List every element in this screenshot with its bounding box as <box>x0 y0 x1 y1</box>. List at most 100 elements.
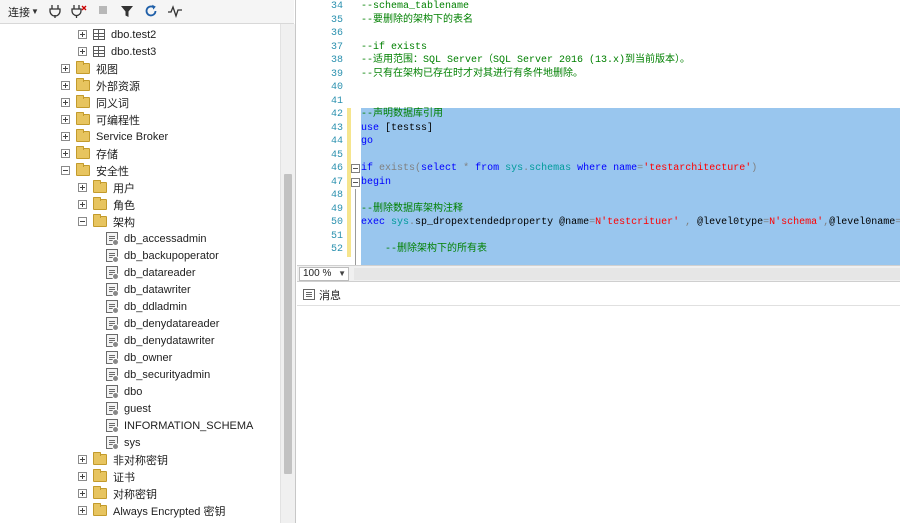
stop-button[interactable] <box>93 3 113 21</box>
code-line: --要删除的架构下的表名 <box>361 14 473 28</box>
line-number: 39 <box>330 68 343 80</box>
code-token: where <box>577 163 614 174</box>
line-number: 42 <box>330 109 343 120</box>
line-number: 47 <box>330 176 343 188</box>
tree-node[interactable]: db_datawriter <box>0 281 280 298</box>
tree-node[interactable]: 安全性 <box>0 162 280 179</box>
schema-icon <box>106 351 119 365</box>
tree-node[interactable]: INFORMATION_SCHEMA <box>0 417 280 434</box>
tree-node[interactable]: db_datareader <box>0 264 280 281</box>
collapse-icon[interactable] <box>351 177 360 187</box>
schema-icon <box>106 402 119 416</box>
code-token: --要删除的架构下的表名 <box>361 14 474 26</box>
line-number: 49 <box>330 203 343 215</box>
tree-node-label: 非对称密钥 <box>113 454 168 467</box>
connect-button[interactable]: 连接 ▼ <box>6 3 41 21</box>
tab-messages[interactable]: 消息 <box>303 286 345 303</box>
tree-node[interactable]: dbo.test2 <box>0 26 280 43</box>
collapse-icon[interactable] <box>78 217 87 226</box>
expand-icon[interactable] <box>78 183 87 192</box>
tree-node-label: 对称密钥 <box>113 488 157 501</box>
expand-icon[interactable] <box>61 149 70 158</box>
refresh-icon <box>143 4 159 20</box>
expand-icon[interactable] <box>61 98 70 107</box>
expand-icon[interactable] <box>78 455 87 464</box>
expand-icon[interactable] <box>61 132 70 141</box>
tree-node-label: 同义词 <box>96 97 129 110</box>
code-token: --if exists <box>361 41 428 53</box>
tree-node[interactable]: 对称密钥 <box>0 485 280 502</box>
tree-node[interactable]: db_denydatareader <box>0 315 280 332</box>
chevron-down-icon: ▼ <box>338 269 346 278</box>
tree-node-label: 角色 <box>113 199 135 212</box>
expand-icon[interactable] <box>78 200 87 209</box>
code-token: select <box>421 163 464 174</box>
tree-node[interactable]: Always Encrypted 密钥 <box>0 502 280 519</box>
collapse-icon[interactable] <box>61 166 70 175</box>
tree-node-label: dbo <box>124 385 143 398</box>
tree-node[interactable]: 非对称密钥 <box>0 451 280 468</box>
tree-node[interactable]: 视图 <box>0 60 280 77</box>
code-token: --只有在架构已存在时才对其进行有条件地删除。 <box>361 68 584 80</box>
schema-icon <box>106 419 119 433</box>
tree-node-label: db_datareader <box>124 266 196 279</box>
code-folding-margin <box>351 0 361 265</box>
tree-node[interactable]: 架构 <box>0 213 280 230</box>
filter-button[interactable] <box>117 3 137 21</box>
tree-node[interactable]: db_denydatawriter <box>0 332 280 349</box>
tree-node[interactable]: 角色 <box>0 196 280 213</box>
expand-icon[interactable] <box>61 64 70 73</box>
tree-node[interactable]: sys <box>0 434 280 451</box>
tree-node[interactable]: 证书 <box>0 468 280 485</box>
refresh-button[interactable] <box>141 3 161 21</box>
expand-icon[interactable] <box>61 81 70 90</box>
expand-icon[interactable] <box>78 506 87 515</box>
collapse-icon[interactable] <box>351 164 360 173</box>
code-token: use <box>361 122 386 134</box>
tree-node[interactable]: 用户 <box>0 179 280 196</box>
tree-node[interactable]: guest <box>0 400 280 417</box>
tree-node-label: db_datawriter <box>124 283 191 296</box>
object-explorer-scrollbar[interactable] <box>280 24 295 523</box>
tree-node[interactable]: db_ddladmin <box>0 298 280 315</box>
tree-node[interactable]: 存储 <box>0 145 280 162</box>
tree-node[interactable]: db_owner <box>0 349 280 366</box>
tree-node[interactable]: db_securityadmin <box>0 366 280 383</box>
tree-node[interactable]: 外部资源 <box>0 77 280 94</box>
scrollbar-thumb[interactable] <box>284 174 292 474</box>
tree-node[interactable]: db_accessadmin <box>0 230 280 247</box>
schema-icon <box>106 249 119 263</box>
tree-node-label: sys <box>124 436 141 449</box>
line-number: 40 <box>330 82 343 93</box>
expand-icon[interactable] <box>78 472 87 481</box>
folder-icon <box>76 146 90 159</box>
activity-monitor-button[interactable] <box>165 3 185 21</box>
code-area[interactable]: --schema_tablename --要删除的架构下的表名 --if exist… <box>361 0 900 265</box>
disconnect-button[interactable] <box>69 3 89 21</box>
tree-node[interactable]: dbo.test3 <box>0 43 280 60</box>
connect-plug-button[interactable] <box>45 3 65 21</box>
expand-icon[interactable] <box>78 30 87 39</box>
line-number: 37 <box>330 41 343 53</box>
expand-icon[interactable] <box>78 47 87 56</box>
messages-icon <box>303 289 315 300</box>
tree-node[interactable]: 同义词 <box>0 94 280 111</box>
code-token: name <box>613 163 638 174</box>
messages-tab-label: 消息 <box>319 289 341 302</box>
horizontal-scrollbar[interactable] <box>354 268 900 280</box>
query-editor[interactable]: 34 35 36 37 38 39 40 41 42 43 44 45 46 47 48 49 50 51 52 -… <box>297 0 900 265</box>
zoom-dropdown[interactable]: 100 % ▼ <box>299 267 349 281</box>
expand-icon[interactable] <box>61 115 70 124</box>
activity-monitor-icon <box>167 4 183 20</box>
tree-node[interactable]: 可编程性 <box>0 111 280 128</box>
expand-icon[interactable] <box>78 489 87 498</box>
code-line: --删除数据库架构注释 <box>361 203 463 217</box>
filter-icon <box>119 4 135 20</box>
tree-node[interactable]: db_backupoperator <box>0 247 280 264</box>
schema-icon <box>106 436 119 450</box>
code-token: --删除架构下的所有表 <box>361 244 488 255</box>
tree-node[interactable]: Service Broker <box>0 128 280 145</box>
tree-node[interactable]: dbo <box>0 383 280 400</box>
folder-icon <box>93 469 107 482</box>
code-token: @level0type <box>697 217 764 228</box>
